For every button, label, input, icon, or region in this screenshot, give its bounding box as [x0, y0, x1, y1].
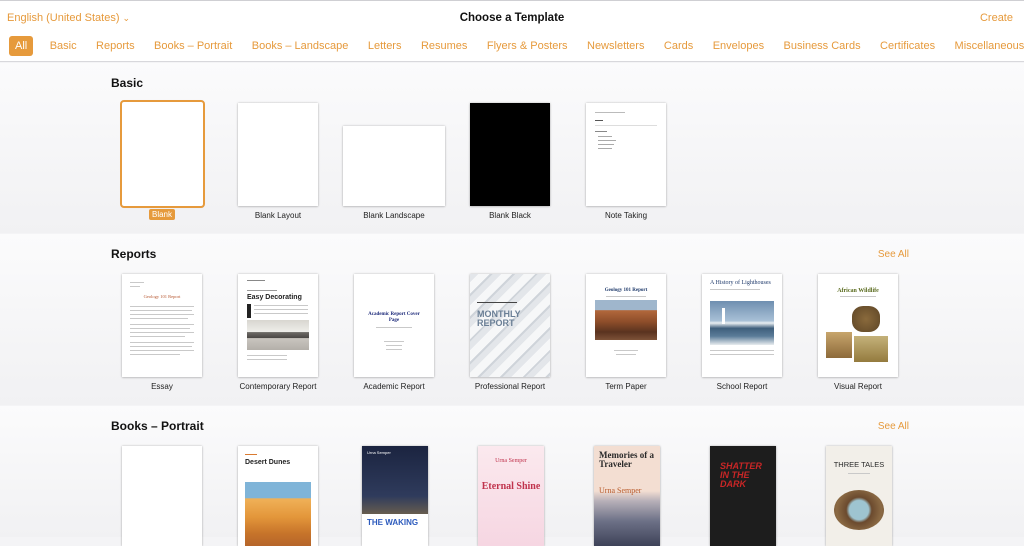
basic-section: Basic Blank Blank Layout Blank Landscape… [0, 63, 1024, 233]
desert-dunes-title: Desert Dunes [245, 459, 291, 466]
template-school-report[interactable]: A History of Lighthouses [702, 274, 782, 377]
section-title-books-portrait: Books – Portrait [111, 419, 204, 433]
tab-envelopes[interactable]: Envelopes [713, 36, 764, 56]
tab-business-cards[interactable]: Business Cards [784, 36, 861, 56]
chevron-down-icon: ⌄ [122, 13, 131, 23]
tab-flyers-posters[interactable]: Flyers & Posters [487, 36, 568, 56]
template-label-blank: Blank [102, 209, 222, 220]
waking-author: Urna Semper [367, 450, 391, 455]
tab-reports[interactable]: Reports [96, 36, 135, 56]
category-tabs: All Basic Reports Books – Portrait Books… [9, 36, 1024, 56]
template-blank-black[interactable] [470, 103, 550, 206]
template-academic-report[interactable]: Academic Report Cover Page [354, 274, 434, 377]
see-all-reports-link[interactable]: See All [878, 249, 909, 260]
template-book-memories[interactable]: Memories of a Traveler Urna Semper [594, 446, 660, 546]
tab-resumes[interactable]: Resumes [421, 36, 467, 56]
tab-books-portrait[interactable]: Books – Portrait [154, 36, 232, 56]
template-blank[interactable] [120, 100, 205, 208]
template-book-eternal-shine[interactable]: Urna Semper Eternal Shine [478, 446, 544, 546]
template-visual-report[interactable]: African Wildlife [818, 274, 898, 377]
template-label-note-taking: Note Taking [604, 211, 648, 220]
waking-title: THE WAKING [367, 518, 419, 527]
template-label-blank-landscape: Blank Landscape [363, 211, 425, 220]
template-book-blank[interactable] [122, 446, 202, 546]
tab-basic[interactable]: Basic [50, 36, 77, 56]
template-book-desert-dunes[interactable]: Desert Dunes [238, 446, 318, 546]
shatter-title: SHATTER IN THE DARK [720, 461, 762, 489]
template-book-three-tales[interactable]: THREE TALES [826, 446, 892, 546]
school-report-cover-title: A History of Lighthouses [710, 280, 771, 286]
template-label-visual-report: Visual Report [834, 382, 882, 391]
memories-author: Urna Semper [599, 486, 642, 495]
see-all-books-link[interactable]: See All [878, 421, 909, 432]
template-label-professional-report: Professional Report [474, 382, 546, 391]
template-label-contemporary-report: Contemporary Report [239, 382, 317, 391]
essay-cover-title: Geology 101 Report [143, 294, 181, 299]
template-label-term-paper: Term Paper [605, 382, 647, 391]
template-blank-layout[interactable] [238, 103, 318, 206]
contemporary-cover-title: Easy Decorating [247, 294, 302, 301]
template-blank-landscape[interactable] [343, 126, 445, 206]
tab-certificates[interactable]: Certificates [880, 36, 935, 56]
template-term-paper[interactable]: Geology 101 Report [586, 274, 666, 377]
template-label-blank-layout: Blank Layout [254, 211, 302, 220]
academic-cover-title: Academic Report Cover Page [368, 312, 420, 323]
template-label-academic-report: Academic Report [363, 382, 425, 391]
template-label-school-report: School Report [716, 382, 768, 391]
eternal-author: Urna Semper [495, 458, 527, 464]
template-book-the-waking[interactable]: Urna Semper THE WAKING [362, 446, 428, 546]
tab-newsletters[interactable]: Newsletters [587, 36, 644, 56]
language-label: English (United States) [7, 12, 120, 24]
template-label-essay: Essay [151, 382, 173, 391]
section-title-basic: Basic [111, 76, 144, 90]
reports-section: Reports See All Geology 101 Report Essay… [0, 234, 1024, 405]
eternal-title: Eternal Shine [481, 481, 541, 492]
create-button[interactable]: Create [980, 12, 1013, 24]
template-note-taking[interactable] [586, 103, 666, 206]
visual-report-cover-title: African Wildlife [837, 288, 879, 294]
template-essay[interactable]: Geology 101 Report [122, 274, 202, 377]
tab-all[interactable]: All [9, 36, 34, 56]
term-paper-cover-title: Geology 101 Report [604, 288, 648, 293]
memories-title: Memories of a Traveler [599, 450, 654, 469]
tab-miscellaneous[interactable]: Miscellaneous [955, 36, 1024, 56]
language-dropdown[interactable]: English (United States) ⌄ [7, 12, 130, 24]
template-label-blank-black: Blank Black [489, 211, 531, 220]
section-title-reports: Reports [111, 247, 157, 261]
template-professional-report[interactable]: MONTHLY REPORT [470, 274, 550, 377]
three-tales-title: THREE TALES [833, 460, 885, 469]
tab-books-landscape[interactable]: Books – Landscape [252, 36, 349, 56]
dialog-title: Choose a Template [459, 12, 565, 24]
books-portrait-section: Books – Portrait See All Desert Dunes Ur… [0, 406, 1024, 546]
template-chooser-header: English (United States) ⌄ Choose a Templa… [0, 0, 1024, 62]
tab-cards[interactable]: Cards [664, 36, 693, 56]
tab-letters[interactable]: Letters [368, 36, 402, 56]
template-book-shatter[interactable]: SHATTER IN THE DARK [710, 446, 776, 546]
professional-cover-title: MONTHLY REPORT [477, 309, 521, 328]
template-contemporary-report[interactable]: Easy Decorating [238, 274, 318, 377]
